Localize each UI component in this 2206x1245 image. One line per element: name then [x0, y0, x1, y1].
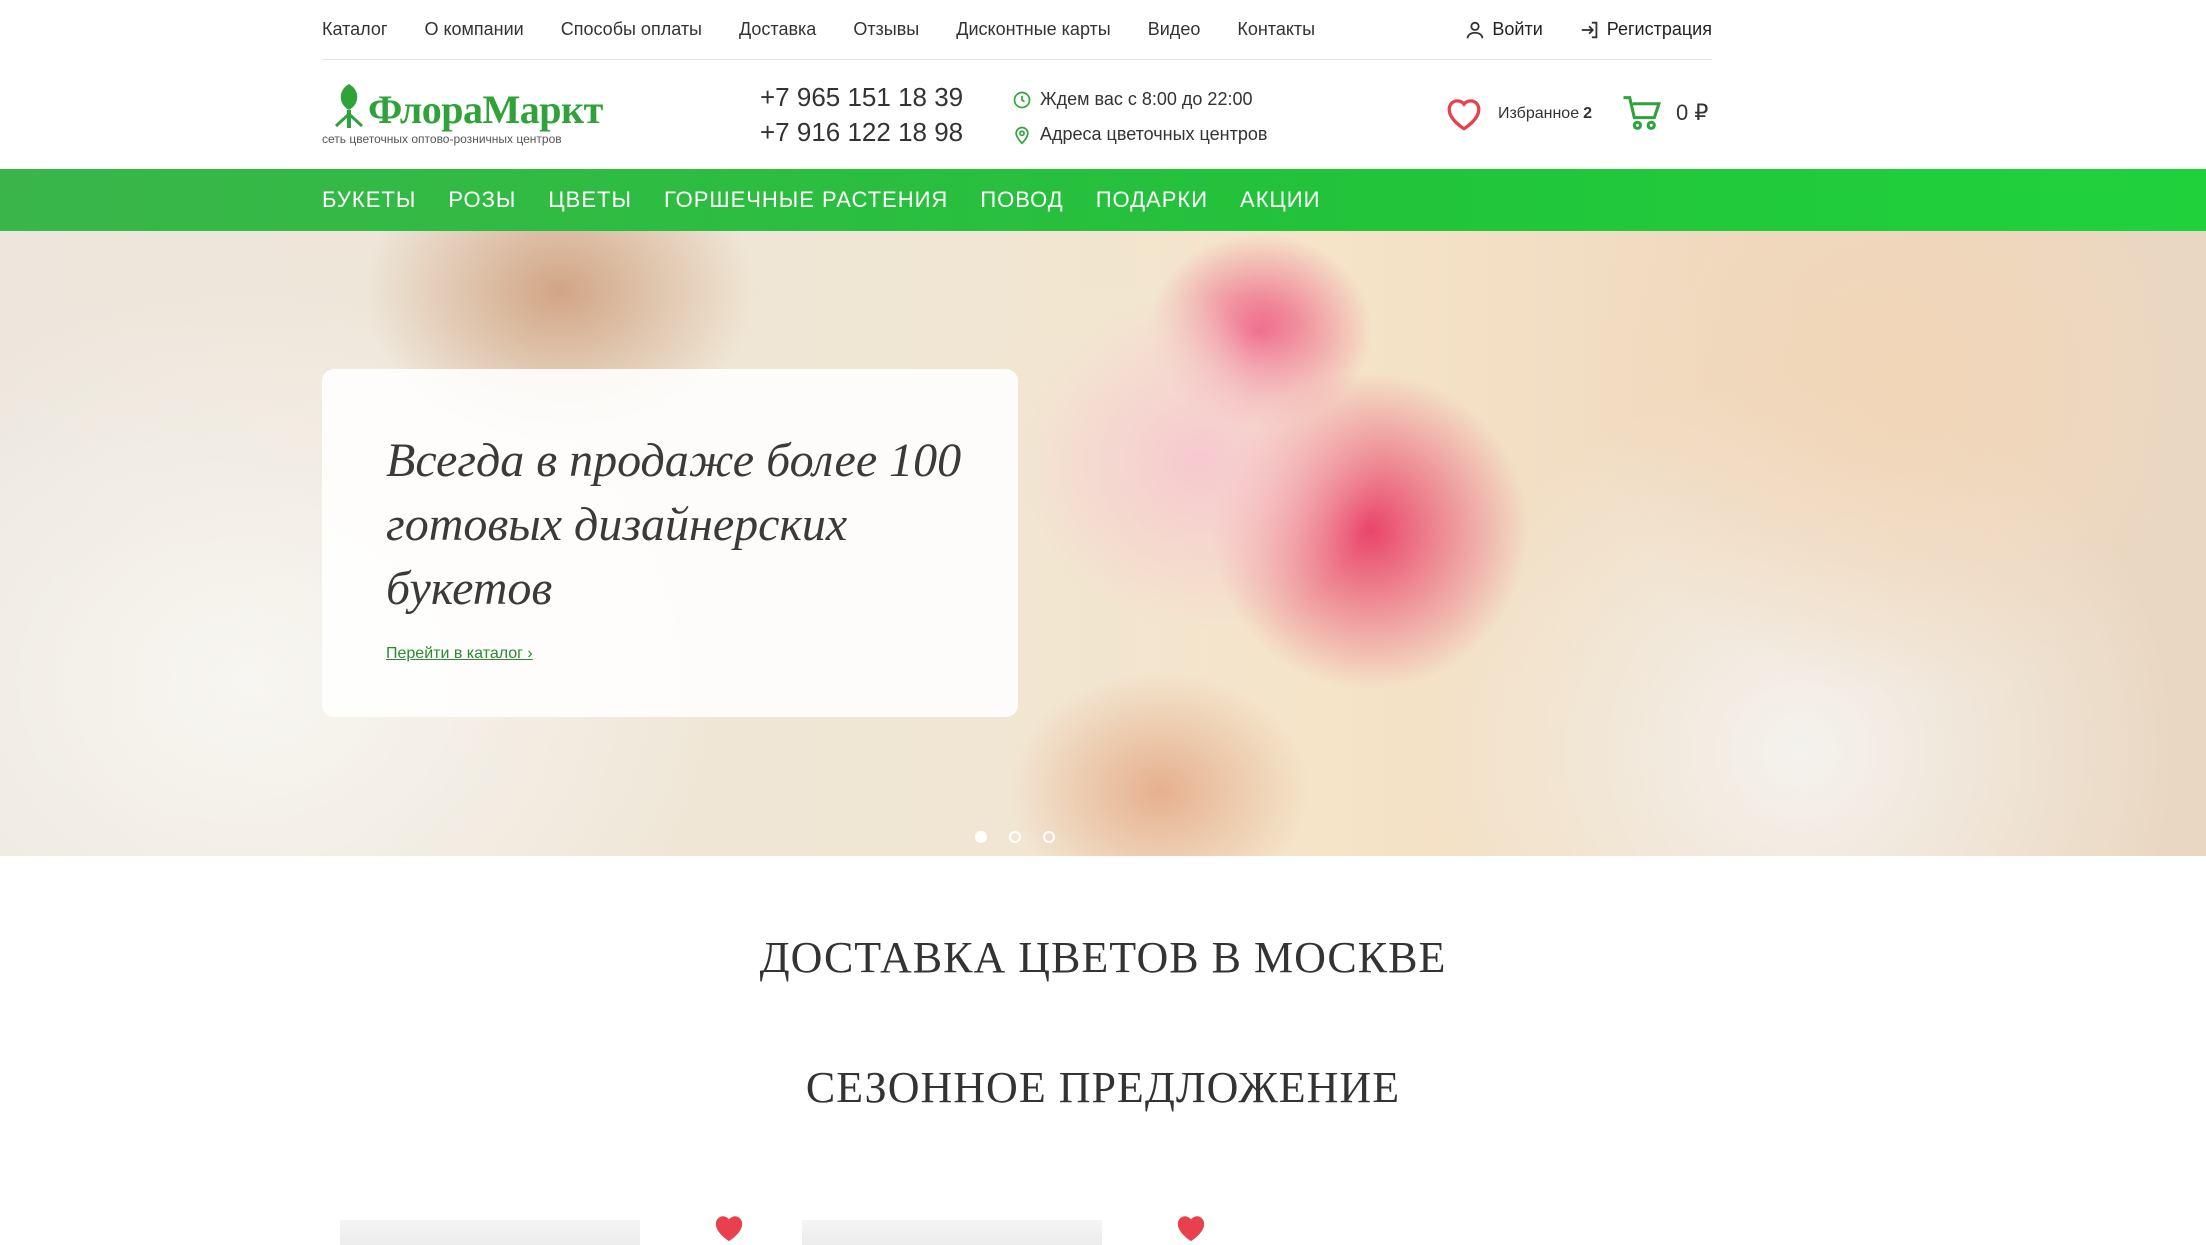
menu-potted-plants[interactable]: ГОРШЕЧНЫЕ РАСТЕНИЯ	[664, 187, 948, 213]
product-card-image[interactable]	[802, 1220, 1102, 1245]
top-nav-video[interactable]: Видео	[1148, 19, 1201, 40]
delivery-section-title: ДОСТАВКА ЦВЕТОВ В МОСКВЕ	[759, 933, 1447, 982]
clock-icon	[1013, 91, 1031, 108]
heart-icon[interactable]	[711, 1212, 747, 1244]
top-nav-delivery[interactable]: Доставка	[739, 19, 816, 40]
menu-promotions[interactable]: АКЦИИ	[1240, 187, 1320, 213]
top-nav-links: Каталог О компании Способы оплаты Достав…	[322, 19, 1352, 40]
slider-dot-3[interactable]	[1043, 831, 1055, 843]
hours-text: Ждем вас с 8:00 до 22:00	[1040, 89, 1253, 109]
top-nav-contacts[interactable]: Контакты	[1237, 19, 1315, 40]
user-icon	[1467, 21, 1484, 38]
top-nav-reviews[interactable]: Отзывы	[853, 19, 919, 40]
sign-in-icon	[1581, 21, 1598, 38]
slider-dot-2[interactable]	[1009, 831, 1021, 843]
seasonal-section-title: СЕЗОННОЕ ПРЕДЛОЖЕНИЕ	[805, 1063, 1401, 1112]
auth-links: Войти Регистрация	[1464, 19, 1712, 41]
heart-icon[interactable]	[1173, 1212, 1209, 1244]
hero-slider[interactable]: Всегда в продаже более 100 готовых дизай…	[0, 231, 2206, 856]
top-nav: Каталог О компании Способы оплаты Достав…	[322, 0, 1712, 60]
top-nav-discount-cards[interactable]: Дисконтные карты	[956, 19, 1111, 40]
site-header: ФлораМаркт сеть цветочных оптово-розничн…	[322, 60, 1712, 169]
favorites-label: Избранное	[1498, 105, 1580, 122]
login-link[interactable]: Войти	[1464, 19, 1543, 41]
logo-text: ФлораМаркт	[368, 87, 603, 132]
top-nav-payment[interactable]: Способы оплаты	[561, 19, 702, 40]
addresses-text: Адреса цветочных центров	[1040, 124, 1268, 144]
register-label: Регистрация	[1606, 19, 1712, 39]
slider-dots	[975, 831, 1055, 843]
heart-icon	[1447, 99, 1481, 131]
hero-card: Всегда в продаже более 100 готовых дизай…	[322, 369, 1018, 717]
menu-flowers[interactable]: ЦВЕТЫ	[548, 187, 632, 213]
addresses-link[interactable]: Адреса цветочных центров	[1012, 117, 1267, 152]
slider-dot-1[interactable]	[975, 831, 987, 843]
logo-subtitle: сеть цветочных оптово-розничных центров	[322, 132, 562, 146]
phone-1[interactable]: +7 965 151 18 39	[760, 80, 963, 115]
main-menu-items: БУКЕТЫ РОЗЫ ЦВЕТЫ ГОРШЕЧНЫЕ РАСТЕНИЯ ПОВ…	[322, 169, 1352, 231]
favorites-count: 2	[1583, 105, 1592, 122]
logo-flower-icon	[334, 84, 364, 128]
location-pin-icon	[1015, 126, 1029, 145]
working-hours: Ждем вас с 8:00 до 22:00	[1012, 82, 1267, 117]
register-link[interactable]: Регистрация	[1579, 19, 1712, 41]
cart-icon	[1623, 96, 1662, 130]
top-nav-catalog[interactable]: Каталог	[322, 19, 387, 40]
favorites-link[interactable]: Избранное 2	[1444, 96, 1592, 132]
phone-2[interactable]: +7 916 122 18 98	[760, 115, 963, 150]
hero-title: Всегда в продаже более 100 готовых дизай…	[386, 434, 962, 615]
menu-occasion[interactable]: ПОВОД	[980, 187, 1063, 213]
menu-bouquets[interactable]: БУКЕТЫ	[322, 187, 416, 213]
menu-gifts[interactable]: ПОДАРКИ	[1096, 187, 1208, 213]
store-info: Ждем вас с 8:00 до 22:00 Адреса цветочны…	[1012, 82, 1267, 152]
hero-catalog-link[interactable]: Перейти в каталог ›	[386, 645, 533, 663]
top-nav-about[interactable]: О компании	[424, 19, 523, 40]
login-label: Войти	[1492, 19, 1543, 39]
phone-list: +7 965 151 18 39 +7 916 122 18 98	[760, 80, 963, 150]
main-menu: БУКЕТЫ РОЗЫ ЦВЕТЫ ГОРШЕЧНЫЕ РАСТЕНИЯ ПОВ…	[0, 169, 2206, 231]
product-card-image[interactable]	[340, 1220, 640, 1245]
cart-link[interactable]: 0 ₽	[1622, 94, 1708, 132]
menu-roses[interactable]: РОЗЫ	[448, 187, 516, 213]
cart-total: 0 ₽	[1676, 100, 1709, 125]
